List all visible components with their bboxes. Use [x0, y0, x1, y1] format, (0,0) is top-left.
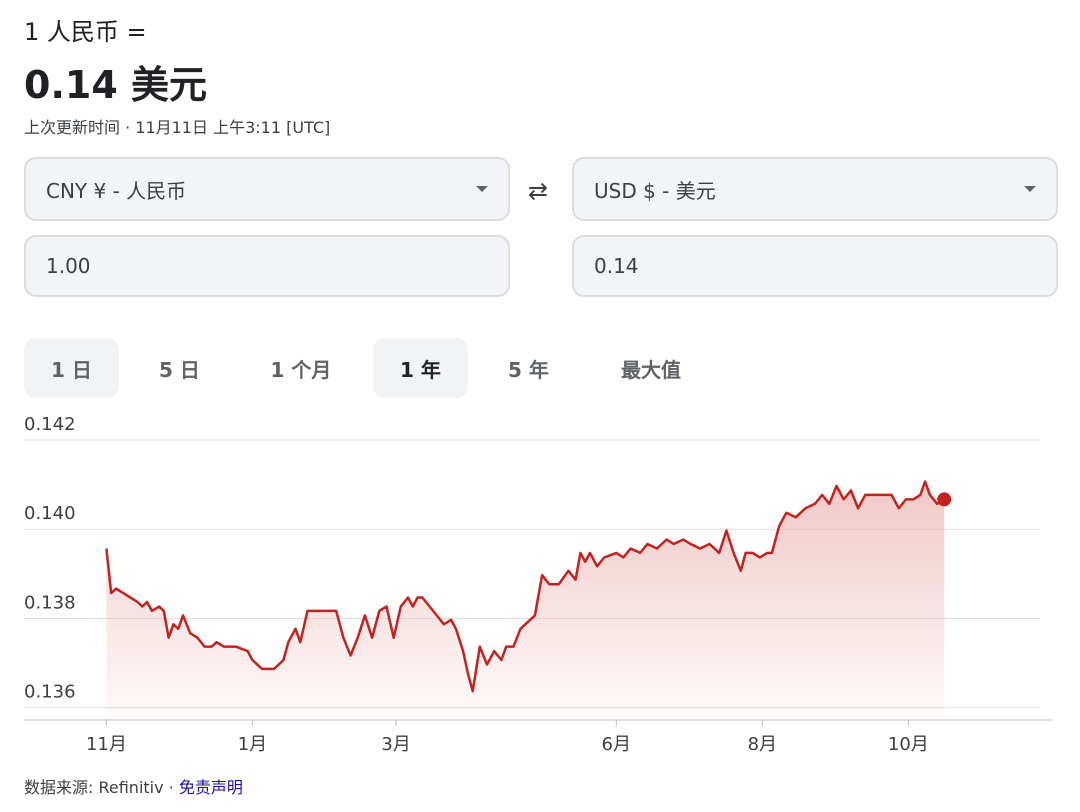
from-amount-input[interactable]: 1.00: [24, 235, 510, 297]
rate-area-fill: [106, 481, 945, 720]
latest-point-marker: [937, 492, 952, 507]
converted-value: 0.14 美元: [24, 63, 207, 107]
y-tick-label: 0.136: [24, 682, 76, 703]
tab-5-days[interactable]: 5 日: [132, 338, 227, 398]
tab-1-month[interactable]: 1 个月: [246, 338, 356, 398]
x-tick-label: 11月: [86, 734, 127, 755]
tab-max[interactable]: 最大值: [596, 338, 706, 398]
to-currency-label: USD $ - 美元: [594, 178, 716, 203]
from-currency-label: CNY ¥ - 人民币: [46, 178, 187, 203]
tab-1-day[interactable]: 1 日: [24, 338, 119, 398]
x-tick-label: 10月: [888, 734, 929, 755]
x-tick-label: 3月: [381, 734, 410, 755]
y-tick-label: 0.140: [24, 503, 76, 524]
data-source-text: 数据来源: Refinitiv ·: [24, 778, 179, 797]
disclaimer-link[interactable]: 免责声明: [179, 778, 243, 797]
data-source-footer: 数据来源: Refinitiv · 免责声明: [24, 774, 243, 798]
base-amount-label: 1 人民币 =: [24, 18, 147, 46]
tab-1-year[interactable]: 1 年: [373, 338, 468, 398]
x-tick-label: 1月: [238, 734, 267, 755]
to-currency-select[interactable]: USD $ - 美元: [572, 157, 1058, 221]
y-tick-label: 0.138: [24, 592, 76, 613]
dropdown-caret-icon: [476, 186, 488, 192]
y-tick-label: 0.142: [24, 414, 76, 435]
x-tick-label: 8月: [748, 734, 777, 755]
dropdown-caret-icon: [1024, 186, 1036, 192]
x-tick-label: 6月: [602, 734, 631, 755]
tab-5-years[interactable]: 5 年: [481, 338, 576, 398]
to-amount-input[interactable]: 0.14: [572, 235, 1058, 297]
last-updated-text: 上次更新时间 · 11月11日 上午3:11 [UTC]: [24, 118, 331, 137]
from-currency-select[interactable]: CNY ¥ - 人民币: [24, 157, 510, 221]
exchange-rate-chart: 0.142 0.140 0.138 0.136 11月 1月 3月 6月 8月 10月: [24, 414, 1052, 755]
swap-currencies-icon[interactable]: ⇄: [528, 177, 548, 205]
